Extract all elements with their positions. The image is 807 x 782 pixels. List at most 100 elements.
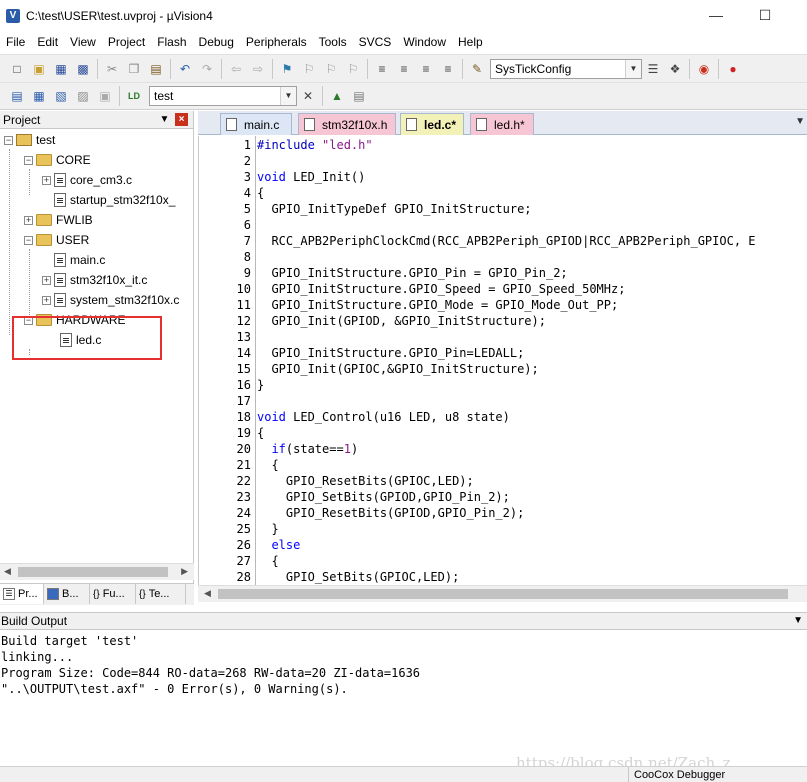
find-in-files-icon[interactable]: ✎ [468, 60, 486, 78]
scroll-left-icon[interactable]: ◀ [4, 566, 11, 577]
tab-list-dropdown-icon[interactable]: ▼ [795, 116, 805, 127]
unindent-icon[interactable]: ≡ [395, 60, 413, 78]
navigate-forward-icon[interactable]: ⇨ [249, 60, 267, 78]
translate-icon[interactable]: ▤ [8, 87, 26, 105]
menu-project[interactable]: Project [102, 35, 151, 49]
menu-window[interactable]: Window [397, 35, 452, 49]
save-icon[interactable]: ▦ [52, 60, 70, 78]
undo-icon[interactable]: ↶ [176, 60, 194, 78]
tree-file-system-stm32f10x[interactable]: + system_stm32f10x.c [42, 290, 179, 310]
close-icon[interactable]: × [175, 113, 188, 126]
build-icon[interactable]: ▦ [30, 87, 48, 105]
new-file-icon[interactable]: □ [8, 60, 26, 78]
tab-books[interactable]: B... [44, 584, 90, 604]
copy-icon[interactable]: ❐ [125, 60, 143, 78]
indent-icon[interactable]: ≡ [373, 60, 391, 78]
line-number: 5 [243, 202, 251, 216]
menu-tools[interactable]: Tools [313, 35, 353, 49]
expand-icon[interactable]: + [24, 215, 33, 225]
rebuild-icon[interactable]: ▧ [52, 87, 70, 105]
scrollbar-thumb[interactable] [218, 589, 788, 599]
menu-flash[interactable]: Flash [151, 35, 192, 49]
tree-file-main[interactable]: main.c [54, 250, 105, 270]
code-line: RCC_APB2PeriphClockCmd(RCC_APB2Periph_GP… [257, 234, 756, 248]
function-combo-value: SysTickConfig [495, 61, 572, 76]
line-number: 13 [236, 330, 251, 344]
tab-main-c[interactable]: main.c [220, 113, 292, 135]
cut-icon[interactable]: ✂ [103, 60, 121, 78]
manage-components-icon[interactable]: ▤ [350, 87, 368, 105]
clear-bookmarks-icon[interactable]: ⚐ [344, 60, 362, 78]
navigate-back-icon[interactable]: ⇦ [227, 60, 245, 78]
expand-icon[interactable]: + [42, 175, 51, 185]
menu-help[interactable]: Help [452, 35, 489, 49]
maximize-button[interactable]: ☐ [745, 4, 785, 26]
function-combo[interactable]: SysTickConfig ▼ [490, 58, 642, 79]
line-number: 8 [243, 250, 251, 264]
pin-icon[interactable]: ▼ [793, 615, 803, 626]
stop-build-icon[interactable]: ▣ [96, 87, 114, 105]
tree-group-fwlib[interactable]: + FWLIB [24, 210, 93, 230]
menu-peripherals[interactable]: Peripherals [240, 35, 313, 49]
target-combo[interactable]: test ▼ [149, 86, 297, 106]
tab-led-c[interactable]: led.c* [400, 113, 464, 135]
batch-build-icon[interactable]: ▨ [74, 87, 92, 105]
build-output-panel[interactable]: Build target 'test' linking... Program S… [0, 631, 807, 766]
expand-icon[interactable]: + [42, 295, 51, 305]
chevron-down-icon[interactable]: ▼ [280, 87, 296, 105]
tree-group-core[interactable]: − CORE [24, 150, 91, 170]
open-folder-icon[interactable]: ▣ [30, 60, 48, 78]
file-extensions-icon[interactable]: ▲ [328, 87, 346, 105]
pin-icon[interactable]: ▼ [158, 113, 171, 126]
menu-debug[interactable]: Debug [193, 35, 240, 49]
tree-group-user[interactable]: − USER [24, 230, 89, 250]
line-number: 15 [236, 362, 251, 376]
paste-icon[interactable]: ▤ [147, 60, 165, 78]
menu-edit[interactable]: Edit [31, 35, 64, 49]
chevron-down-icon[interactable]: ▼ [625, 59, 641, 78]
collapse-icon[interactable]: − [4, 135, 13, 145]
tab-stm32f10x-h[interactable]: stm32f10x.h [298, 113, 396, 135]
tab-project[interactable]: ☰ Pr... [0, 584, 44, 604]
load-download-icon[interactable]: LD [125, 87, 143, 105]
project-horizontal-scrollbar[interactable]: ◀ ▶ [0, 563, 194, 580]
collapse-icon[interactable]: − [24, 155, 33, 165]
uncomment-icon[interactable]: ≡ [439, 60, 457, 78]
prev-bookmark-icon[interactable]: ⚐ [300, 60, 318, 78]
breakpoint-icon[interactable]: ● [724, 60, 742, 78]
line-number: 6 [243, 218, 251, 232]
project-panel: Project ▼ × − test − CORE + core_cm3.c s… [0, 111, 194, 605]
bookmark-icon[interactable]: ⚑ [278, 60, 296, 78]
debug-session-icon[interactable]: ◉ [695, 60, 713, 78]
collapse-icon[interactable]: − [24, 235, 33, 245]
redo-icon[interactable]: ↷ [198, 60, 216, 78]
editor-horizontal-scrollbar[interactable]: ◀ [198, 585, 807, 602]
tree-file-label: startup_stm32f10x_ [70, 193, 176, 207]
next-bookmark-icon[interactable]: ⚐ [322, 60, 340, 78]
configure-icon[interactable]: ❖ [666, 60, 684, 78]
menu-view[interactable]: View [64, 35, 102, 49]
tree-file-stm32f10x-it[interactable]: + stm32f10x_it.c [42, 270, 147, 290]
menu-file[interactable]: File [0, 35, 31, 49]
tree-file-core-cm3[interactable]: + core_cm3.c [42, 170, 132, 190]
build-toolbar: ▤ ▦ ▧ ▨ ▣ LD test ▼ ✕ ▲ ▤ [0, 82, 807, 110]
tree-root-test[interactable]: − test [4, 130, 55, 150]
expand-icon[interactable]: + [42, 275, 51, 285]
scroll-right-icon[interactable]: ▶ [181, 566, 188, 577]
tab-led-h[interactable]: led.h* [470, 113, 534, 135]
minimize-button[interactable]: — [696, 4, 736, 26]
menu-svcs[interactable]: SVCS [353, 35, 398, 49]
tab-functions[interactable]: {} Fu... [90, 584, 136, 604]
code-editor[interactable]: 1 2 3 4 5 6 7 8 9 10 11 12 13 14 15 16 17 18 19 20 21 22 23 24 2… [198, 136, 807, 585]
scrollbar-thumb[interactable] [18, 567, 168, 577]
tab-templates[interactable]: {} Te... [136, 584, 186, 604]
target-options-icon[interactable]: ✕ [299, 87, 317, 105]
target-combo-value: test [154, 89, 174, 103]
scroll-left-icon[interactable]: ◀ [204, 588, 211, 599]
code-line: { [257, 186, 265, 200]
tree-file-label: system_stm32f10x.c [70, 293, 180, 307]
tree-file-startup[interactable]: startup_stm32f10x_ [54, 190, 175, 210]
comment-icon[interactable]: ≡ [417, 60, 435, 78]
find-icon[interactable]: ☰ [644, 60, 662, 78]
save-all-icon[interactable]: ▩ [74, 60, 92, 78]
